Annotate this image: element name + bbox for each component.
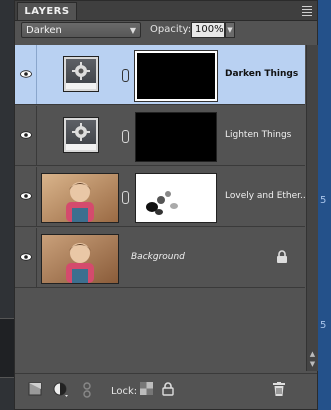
opacity-label: Opacity: [150, 24, 192, 35]
layer-row-lighten-things[interactable]: Lighten Things [15, 106, 305, 166]
trash-icon[interactable] [273, 382, 285, 396]
eye-icon [20, 253, 32, 261]
gear-icon [72, 123, 90, 141]
eye-icon [20, 192, 32, 200]
layer-name: Darken Things [225, 69, 299, 79]
opacity-slider-button[interactable]: ▼ [225, 22, 235, 38]
chevron-down-icon: ▼ [129, 26, 136, 35]
visibility-toggle[interactable] [15, 45, 37, 104]
lock-all-icon[interactable] [162, 382, 174, 396]
layer-row-lovely-and-ethereal[interactable]: Lovely and Ether... [15, 167, 309, 227]
new-layer-icon[interactable] [28, 382, 42, 396]
lock-icon[interactable] [276, 250, 288, 263]
scroll-down-arrow-icon[interactable]: ▼ [307, 359, 318, 369]
background-glyph: 5 [320, 195, 327, 206]
mask-link-icon[interactable] [122, 69, 129, 82]
visibility-toggle[interactable] [15, 106, 37, 165]
tab-layers[interactable]: LAYERS [17, 2, 77, 20]
background-window-left [0, 0, 14, 410]
eye-icon [20, 70, 32, 78]
adjustment-layer-icon[interactable] [53, 382, 69, 398]
background-glyph: 5 [320, 320, 327, 331]
mask-link-icon[interactable] [122, 191, 129, 204]
mask-link-icon[interactable] [122, 130, 129, 143]
photo-thumbnail [41, 234, 119, 284]
adjustment-layer-thumbnail [63, 56, 99, 92]
background-window-right: 5 5 [318, 0, 331, 410]
layer-name: Lighten Things [225, 130, 292, 140]
lock-transparency-icon[interactable] [140, 382, 153, 395]
blend-mode-select[interactable]: Darken ▼ [21, 22, 141, 38]
adjustment-layer-thumbnail [63, 117, 99, 153]
scroll-up-arrow-icon[interactable]: ▲ [307, 349, 318, 359]
layer-mask-thumbnail[interactable] [135, 173, 217, 223]
panel-tabbar: LAYERS [15, 1, 317, 21]
background-window-notch [0, 318, 14, 378]
layers-list: Darken Things Lighten Things Lovely and … [15, 45, 309, 371]
link-layers-icon[interactable] [83, 382, 91, 398]
layer-mask-thumbnail[interactable] [134, 50, 218, 102]
layer-mask-thumbnail[interactable] [135, 112, 217, 162]
opacity-input[interactable]: 100% [191, 22, 225, 38]
lock-label: Lock: [111, 386, 138, 397]
mask-spots-icon [146, 191, 178, 215]
layers-scrollbar[interactable]: ▲ ▼ [306, 45, 318, 371]
layer-name: Background [131, 252, 185, 262]
visibility-toggle[interactable] [15, 228, 37, 287]
photo-thumbnail [41, 173, 119, 223]
layers-bottom-toolbar: Lock: [15, 373, 317, 410]
girl-photo-icon [42, 235, 118, 283]
layer-row-darken-things[interactable]: Darken Things [15, 45, 305, 105]
blend-mode-value: Darken [26, 25, 62, 36]
layer-controls: Darken ▼ Opacity: 100% ▼ [15, 21, 317, 43]
panel-menu-icon[interactable] [302, 6, 312, 18]
gear-icon [72, 62, 90, 80]
layers-panel: LAYERS Darken ▼ Opacity: 100% ▼ Darken T… [14, 0, 318, 410]
layer-name: Lovely and Ether... [225, 191, 309, 201]
girl-photo-icon [42, 174, 118, 222]
visibility-toggle[interactable] [15, 167, 37, 226]
layer-row-background[interactable]: Background [15, 228, 305, 288]
eye-icon [20, 131, 32, 139]
